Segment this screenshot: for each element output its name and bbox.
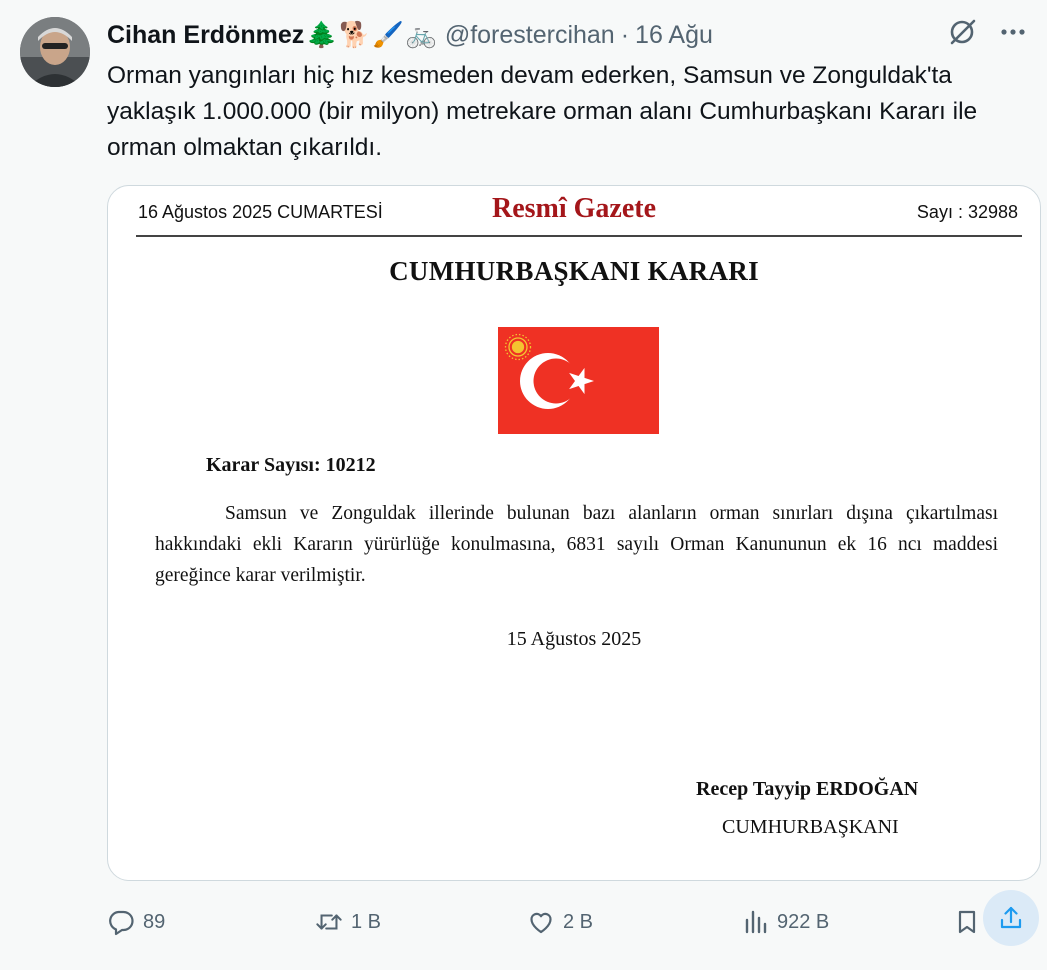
decision-heading: CUMHURBAŞKANI KARARI [389,256,759,286]
dog-emoji: 🐕 [339,20,371,49]
header-actions [947,18,1027,52]
repost-count: 1 B [351,910,382,933]
like-count: 2 B [563,910,594,933]
turkish-flag-emblem [498,327,659,434]
signer-name: Recep Tayyip ERDOĞAN [696,778,919,800]
bookmark-button[interactable] [953,900,981,944]
avatar-photo [20,17,90,87]
grok-icon[interactable] [947,17,977,54]
author-display-name[interactable]: Cihan Erdönmez [107,21,304,50]
bicycle-emoji: 🚲 [405,20,437,49]
separator-dot: · [620,20,630,49]
share-button[interactable] [983,890,1039,946]
tweet-media-image[interactable]: 16 Ağustos 2025 CUMARTESİ Resmî Gazete S… [107,185,1041,881]
share-icon [1000,906,1022,929]
decision-body-text: Samsun ve Zonguldak illerinde bulunan ba… [155,503,998,586]
repost-button[interactable]: 1 B [315,900,381,944]
views-icon [745,910,767,934]
like-button[interactable]: 2 B [527,900,593,944]
reply-icon [109,910,134,936]
avatar[interactable] [20,17,90,87]
decision-number: Karar Sayısı: 10212 [206,454,376,476]
name-emojis: 🌲 🐕 🖌️ 🚲 [306,21,437,50]
repost-icon [316,914,342,930]
author-handle[interactable]: @forestercihan [445,21,615,50]
more-icon[interactable] [999,17,1027,54]
views-count: 922 B [777,910,830,933]
signed-date: 15 Ağustos 2025 [506,628,642,650]
gazette-issue-number: Sayı : 32988 [916,202,1018,222]
views-button[interactable]: 922 B [741,900,829,944]
gazette-header-divider [136,235,1022,237]
tweet-timestamp[interactable]: 16 Ağu [635,21,713,50]
tweet-action-bar: 89 1 B 2 B 922 B [107,890,1039,946]
reply-count: 89 [143,910,166,933]
reply-button[interactable]: 89 [107,900,165,944]
paintbrush-emoji: 🖌️ [372,20,404,49]
tree-emoji: 🌲 [306,20,338,49]
decision-body: Samsun ve Zonguldak illerinde bulunan ba… [155,498,998,591]
tweet-text: Orman yangınları hiç hız kesmeden devam … [107,62,978,161]
gazette-title: Resmî Gazete [491,193,657,224]
heart-icon [530,912,552,934]
bookmark-icon [958,910,976,934]
tweet-header: Cihan Erdönmez 🌲 🐕 🖌️ 🚲 @forestercihan ·… [107,18,1027,52]
signer-title: CUMHURBAŞKANI [722,816,899,838]
